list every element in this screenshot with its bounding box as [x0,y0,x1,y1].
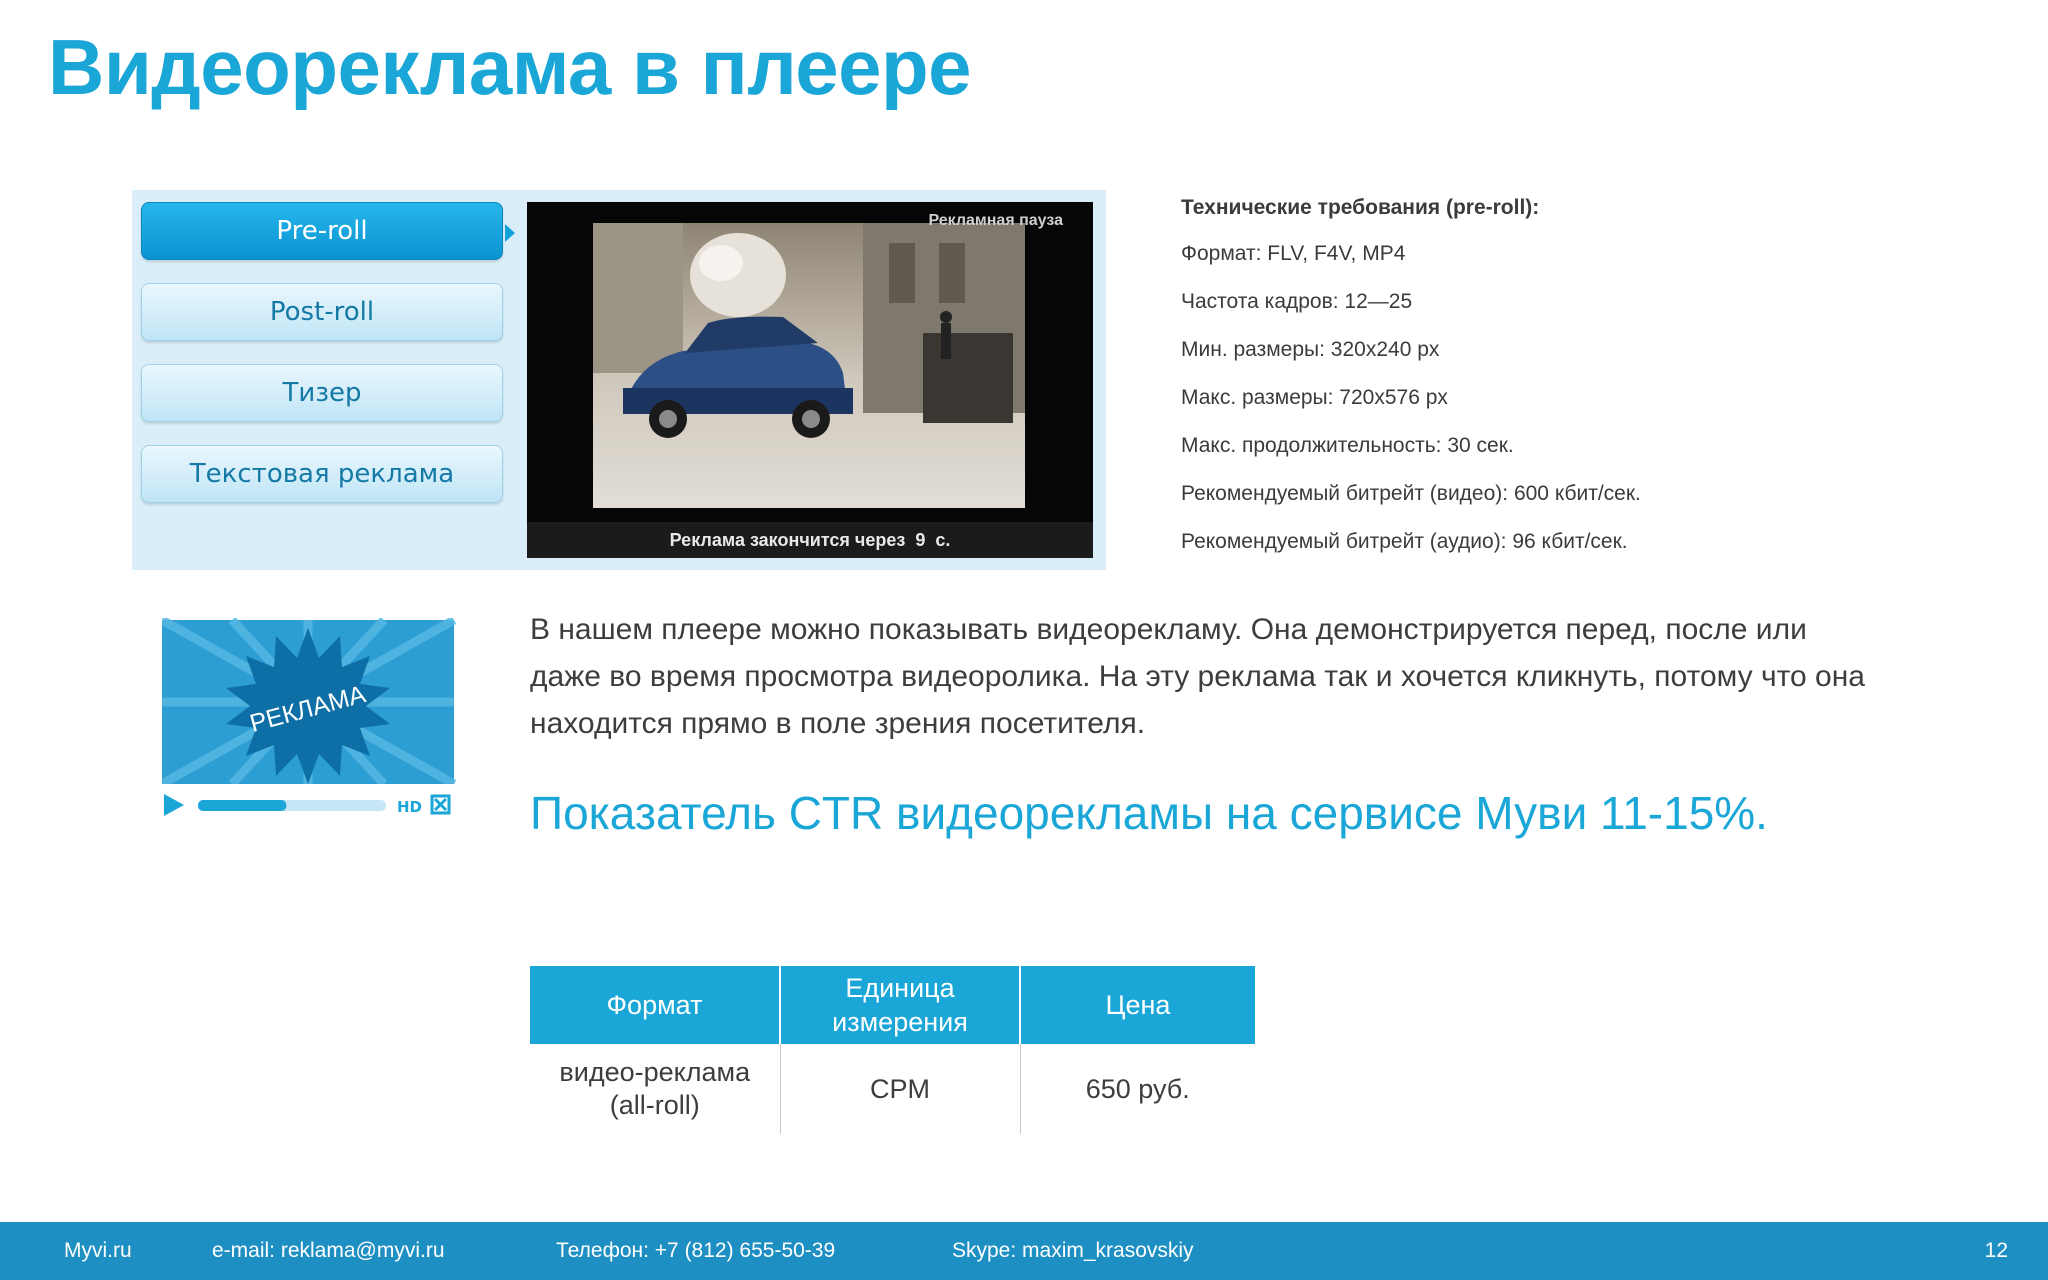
tech-requirements: Технические требования (pre-roll): Форма… [1181,196,1881,578]
progress-fill [198,800,287,811]
ad-player-illustration: РЕКЛАМА HD [159,616,457,823]
tech-line-framerate: Частота кадров: 12—25 [1181,290,1413,313]
tech-line-max-duration: Макс. продолжительность: 30 сек. [1181,434,1514,457]
description-text: В нашем плеере можно показывать видеорек… [530,613,1865,740]
menu-item-post-roll[interactable]: Post-roll [141,283,503,341]
menu-item-pre-roll[interactable]: Pre-roll [141,202,503,260]
countdown-unit: с. [935,529,951,550]
ctr-statement: Показатель CTR видеорекламы на сервисе М… [530,787,1768,839]
tech-line-audio-bitrate: Рекомендуемый битрейт (аудио): 96 кбит/с… [1181,530,1628,553]
page-number: 12 [1984,1239,2008,1262]
video-screen[interactable]: Рекламная пауза Реклама закончится через… [527,202,1093,558]
hd-label: HD [397,798,422,816]
footer-phone: Телефон: +7 (812) 655-50-39 [556,1239,836,1262]
table-row: видео-реклама (all-roll) CPM 650 руб. [530,1044,1255,1134]
footer-skype: Skype: maxim_krasovskiy [952,1239,1194,1262]
header-price: Цена [1020,966,1255,1044]
tech-requirements-title: Технические требования (pre-roll): [1181,196,1540,219]
footer-bar: Myvi.ru e-mail: reklama@myvi.ru Телефон:… [0,1222,2048,1280]
cell-price: 650 руб. [1085,1073,1190,1104]
active-indicator-arrow-icon [505,224,515,242]
page-title: Видеореклама в плеере [48,23,972,111]
table-header-row: Формат Единица измерения Цена [530,966,1255,1044]
ad-countdown-bar: Реклама закончится через 9 с. [527,522,1093,558]
footer-email: e-mail: reklama@myvi.ru [212,1239,445,1262]
menu-item-text-ad[interactable]: Текстовая реклама [141,445,503,503]
menu-item-teaser[interactable]: Тизер [141,364,503,422]
pricing-table: Формат Единица измерения Цена видео-рекл… [530,966,1255,1134]
ad-pause-label: Рекламная пауза [928,212,1063,229]
cell-format: видео-реклама (all-roll) [530,1044,781,1134]
tech-line-max-size: Макс. размеры: 720x576 px [1181,386,1448,409]
tech-line-video-bitrate: Рекомендуемый битрейт (видео): 600 кбит/… [1181,482,1641,505]
header-unit: Единица измерения [780,966,1021,1044]
countdown-text: Реклама закончится через [669,529,906,550]
tech-line-min-size: Мин. размеры: 320x240 px [1181,338,1440,361]
player-mockup: Pre-roll Post-roll Тизер Текстовая рекла… [132,190,1106,570]
tech-line-format: Формат: FLV, F4V, MP4 [1181,242,1406,265]
cell-unit: CPM [780,1044,1021,1134]
video-frame-image [593,223,1025,508]
header-format: Формат [530,966,781,1044]
countdown-seconds: 9 [915,529,926,550]
footer-site: Myvi.ru [64,1239,132,1262]
